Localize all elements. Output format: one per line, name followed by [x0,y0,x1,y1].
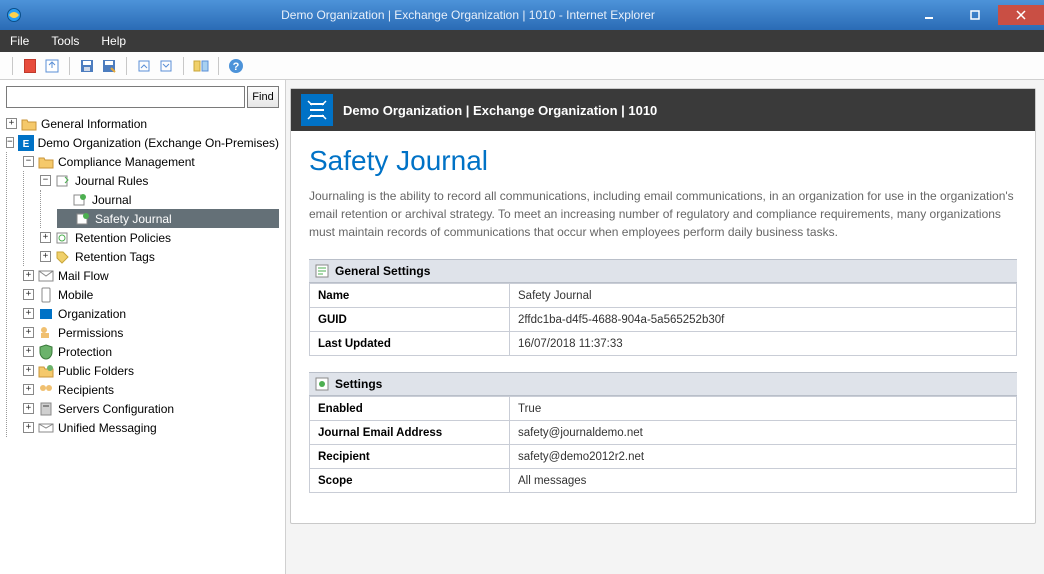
table-row: EnabledTrue [310,397,1017,421]
tree-node-general-info[interactable]: + General Information [6,114,279,133]
window-minimize-button[interactable] [906,5,952,25]
tree-node-servers-config[interactable]: +Servers Configuration [23,399,279,418]
help-icon[interactable]: ? [227,57,245,75]
menu-tools[interactable]: Tools [51,34,79,48]
table-row: Last Updated16/07/2018 11:37:33 [310,332,1017,356]
section-settings: Settings [309,372,1017,396]
server-icon [38,401,54,417]
general-settings-table: NameSafety Journal GUID2ffdc1ba-d4f5-468… [309,283,1017,356]
tree-node-safety-journal[interactable]: Safety Journal [57,209,279,228]
mobile-icon [38,287,54,303]
tree-node-mobile[interactable]: +Mobile [23,285,279,304]
window-close-button[interactable] [998,5,1044,25]
tags-icon [55,249,71,265]
tree-node-mail-flow[interactable]: +Mail Flow [23,266,279,285]
compare-icon[interactable] [192,57,210,75]
menu-help[interactable]: Help [101,34,126,48]
tree-node-protection[interactable]: +Protection [23,342,279,361]
tree-node-retention-tags[interactable]: + Retention Tags [40,247,279,266]
svg-text:?: ? [233,61,240,73]
collapse-all-icon[interactable] [135,57,153,75]
expand-all-icon[interactable] [157,57,175,75]
public-folder-icon [38,363,54,379]
tree-node-organization[interactable]: +Organization [23,304,279,323]
journal-rules-icon [55,173,71,189]
exchange-logo-icon [301,94,333,126]
section-general-settings: General Settings [309,259,1017,283]
window-titlebar: Demo Organization | Exchange Organizatio… [0,0,1044,30]
exchange-icon: E [18,135,34,151]
window-maximize-button[interactable] [952,5,998,25]
tree-node-recipients[interactable]: +Recipients [23,380,279,399]
svg-text:E: E [22,139,29,150]
export-icon[interactable] [43,57,61,75]
find-button[interactable]: Find [247,86,279,108]
tree-node-journal-rules[interactable]: − Journal Rules [40,171,279,190]
page-description: Journaling is the ability to record all … [309,187,1017,241]
table-row: Journal Email Addresssafety@journaldemo.… [310,421,1017,445]
table-row: Recipientsafety@demo2012r2.net [310,445,1017,469]
tree-node-retention-policies[interactable]: + Retention Policies [40,228,279,247]
folder-icon [21,116,37,132]
save-icon[interactable] [78,57,96,75]
settings-icon [315,264,329,278]
content-panel: Demo Organization | Exchange Organizatio… [286,80,1044,574]
recipients-icon [38,382,54,398]
page-title: Safety Journal [309,145,1017,177]
mail-icon [38,268,54,284]
navigation-panel: Find + General Information − E Demo Orga… [0,80,286,574]
tree-node-demo-org[interactable]: − E Demo Organization (Exchange On-Premi… [6,133,279,152]
org-icon [38,306,54,322]
table-row: GUID2ffdc1ba-d4f5-4688-904a-5a565252b30f [310,308,1017,332]
table-row: ScopeAll messages [310,469,1017,493]
search-input[interactable] [6,86,245,108]
toolbar: ? [0,52,1044,80]
table-row: NameSafety Journal [310,284,1017,308]
unified-msg-icon [38,420,54,436]
tree-node-journal[interactable]: Journal [57,190,279,209]
journal-icon [72,192,88,208]
permissions-icon [38,325,54,341]
menu-file[interactable]: File [10,34,29,48]
tree-node-public-folders[interactable]: +Public Folders [23,361,279,380]
save-as-icon[interactable] [100,57,118,75]
journal-icon [75,211,91,227]
menubar: File Tools Help [0,30,1044,52]
pdf-icon[interactable] [21,57,39,75]
retention-icon [55,230,71,246]
window-title: Demo Organization | Exchange Organizatio… [30,8,906,22]
navigation-tree[interactable]: + General Information − E Demo Organizat… [6,114,279,568]
content-header: Demo Organization | Exchange Organizatio… [291,89,1035,131]
settings-icon [315,377,329,391]
content-header-title: Demo Organization | Exchange Organizatio… [343,103,657,118]
ie-icon [6,7,22,23]
shield-icon [38,344,54,360]
folder-icon [38,154,54,170]
tree-node-permissions[interactable]: +Permissions [23,323,279,342]
tree-node-compliance[interactable]: − Compliance Management [23,152,279,171]
settings-table: EnabledTrue Journal Email Addresssafety@… [309,396,1017,493]
tree-node-unified-messaging[interactable]: +Unified Messaging [23,418,279,437]
